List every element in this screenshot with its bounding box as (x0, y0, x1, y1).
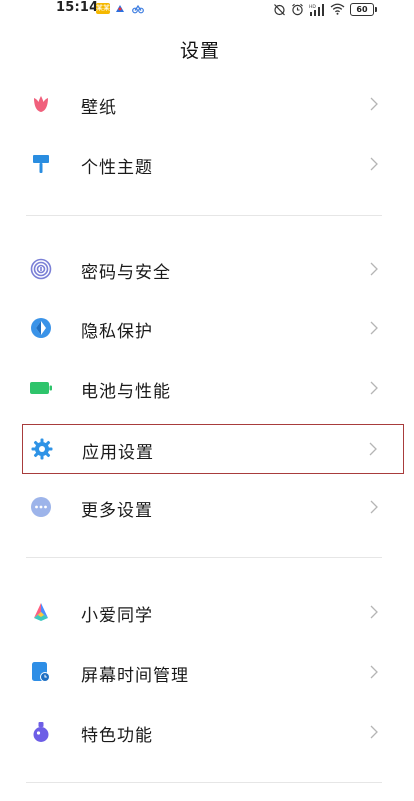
chevron-right-icon (370, 665, 378, 679)
settings-item-wallpaper[interactable]: 壁纸 (22, 80, 404, 130)
notification-map-icon (116, 5, 124, 12)
settings-item-app-settings[interactable]: 应用设置 (22, 424, 404, 474)
group-divider (26, 557, 382, 558)
paint-roller-icon (33, 155, 49, 173)
more-dots-icon (31, 497, 51, 517)
chevron-right-icon (370, 500, 378, 514)
privacy-shield-icon (31, 318, 51, 338)
alarm-clock-icon (292, 3, 303, 15)
chevron-right-icon (370, 262, 378, 276)
settings-item-label: 壁纸 (81, 98, 117, 118)
chevron-right-icon (369, 442, 377, 456)
settings-item-label: 应用设置 (82, 443, 154, 463)
settings-item-label: 更多设置 (81, 501, 153, 521)
battery-icon (30, 382, 52, 394)
settings-item-password-security[interactable]: 密码与安全 (22, 245, 404, 295)
settings-item-screen-time[interactable]: 屏幕时间管理 (22, 648, 404, 698)
settings-item-theme[interactable]: 个性主题 (22, 140, 404, 190)
wifi-icon (330, 3, 345, 15)
settings-item-more-settings[interactable]: 更多设置 (22, 483, 404, 533)
xiaoai-icon (34, 603, 48, 621)
settings-item-label: 电池与性能 (81, 382, 171, 402)
fingerprint-icon (30, 258, 52, 280)
settings-item-label: 密码与安全 (81, 263, 171, 283)
settings-item-battery-performance[interactable]: 电池与性能 (22, 364, 404, 414)
status-bar: 15:14 某某 HD 60 (0, 0, 414, 22)
settings-item-label: 个性主题 (81, 158, 153, 178)
cellular-signal-icon: HD (309, 3, 324, 16)
settings-item-privacy[interactable]: 隐私保护 (22, 304, 404, 354)
chevron-right-icon (370, 97, 378, 111)
settings-item-label: 隐私保护 (81, 322, 153, 342)
settings-item-special-features[interactable]: 特色功能 (22, 708, 404, 758)
chevron-right-icon (370, 321, 378, 335)
chevron-right-icon (370, 157, 378, 171)
group-divider (26, 782, 382, 783)
notification-app-icon: 某某 (96, 3, 110, 14)
gear-icon (31, 438, 53, 460)
status-icons: HD 60 (273, 1, 377, 17)
group-divider (26, 215, 382, 216)
status-time: 15:14 (56, 0, 99, 15)
chevron-right-icon (370, 381, 378, 395)
settings-item-label: 小爱同学 (81, 606, 153, 626)
chevron-right-icon (370, 725, 378, 739)
battery-indicator: 60 (350, 2, 377, 16)
alarm-off-icon (274, 3, 285, 15)
potion-icon (33, 722, 49, 742)
settings-item-xiaoai[interactable]: 小爱同学 (22, 588, 404, 638)
chevron-right-icon (370, 605, 378, 619)
notification-bike-icon (132, 4, 144, 14)
screen-time-icon (32, 662, 50, 682)
tulip-icon (34, 96, 48, 112)
page-title: 设置 (179, 40, 220, 62)
svg-text:HD: HD (309, 4, 316, 10)
settings-item-label: 屏幕时间管理 (81, 666, 189, 686)
settings-item-label: 特色功能 (81, 726, 153, 746)
